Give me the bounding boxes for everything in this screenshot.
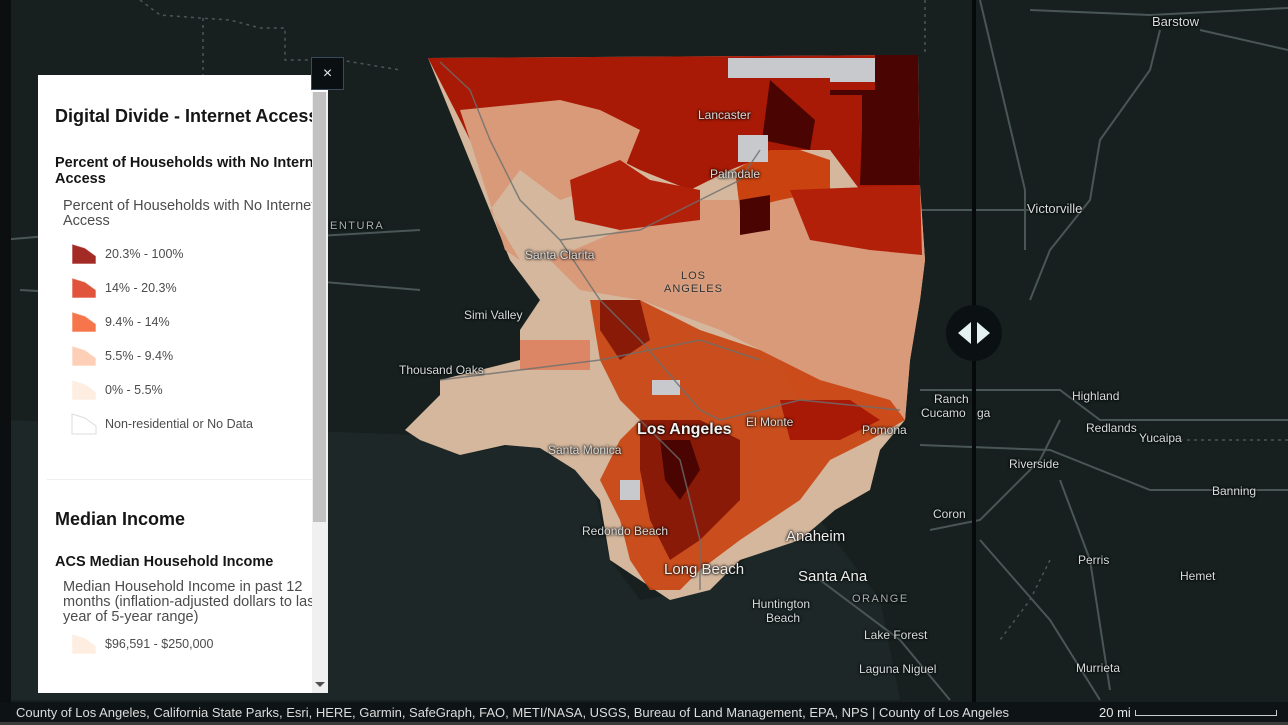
scrollbar-thumb[interactable] [313,92,326,522]
place-label-santa-monica: Santa Monica [548,443,622,457]
scale-label: 20 mi [1099,705,1131,720]
place-label-thousand-oaks: Thousand Oaks [399,363,484,377]
attribution-text: County of Los Angeles, California State … [16,705,1010,720]
place-label-lancaster: Lancaster [698,108,751,122]
scale-bar-line [1134,710,1277,716]
county-label-orange: ORANGE [852,593,909,605]
legend-class-row: 0% - 5.5% [71,373,327,407]
legend-class-label: 20.3% - 100% [105,247,184,261]
place-label-corona: Coron [933,507,966,521]
place-label-yucaipa: Yucaipa [1139,431,1182,445]
place-label-santa-clarita: Santa Clarita [525,248,595,262]
place-label-anaheim: Anaheim [786,528,846,545]
close-icon: × [322,64,333,82]
legend-swatch-icon [71,277,97,299]
place-label-redlands: Redlands [1086,421,1137,435]
legend-class-row: 20.3% - 100% [71,237,327,271]
place-label-perris: Perris [1078,553,1110,567]
legend-panel: Digital Divide - Internet Access Percent… [38,75,328,693]
place-label-lake-forest: Lake Forest [864,628,928,642]
map-left-edge [0,0,11,725]
place-label-huntington: Huntington [752,597,811,611]
place-label-murrieta: Murrieta [1076,661,1121,675]
legend-class-list: 20.3% - 100% 14% - 20.3% 9.4% - 14% 5.5% - … [55,237,327,441]
legend-class-label: $96,591 - $250,000 [105,637,214,651]
place-label-los-angeles: Los Angeles [637,421,732,438]
legend-class-row: 14% - 20.3% [71,271,327,305]
nodata-region-lancaster [738,135,768,162]
scroll-down-arrow-icon[interactable] [315,682,325,687]
place-label-long-beach: Long Beach [664,561,745,578]
region-label-los-angeles: LOS ANGELES [664,270,723,296]
arrow-left-icon [958,322,971,344]
legend-class-label: 9.4% - 14% [105,315,170,329]
region-label-line-2: ANGELES [664,283,723,295]
dark-red-patch [740,195,770,235]
place-label-victorville: Victorville [1027,201,1083,216]
place-label-redondo-beach: Redondo Beach [582,524,669,538]
swipe-handle[interactable] [946,305,1002,361]
legend-section-title: Median Income [55,509,186,529]
legend-class-row: Non-residential or No Data [71,407,327,441]
legend-class-list: $96,591 - $250,000 [55,627,327,661]
legend-swatch-icon [71,633,97,655]
legend-swatch-icon [71,413,97,435]
place-label-beach: Beach [766,611,801,625]
scale-bar: 20 mi [1099,703,1277,723]
legend-swatch-icon [71,243,97,265]
legend-divider [47,479,317,480]
layer-title: ACS Median Household Income [55,554,274,570]
legend-class-row: 9.4% - 14% [71,305,327,339]
legend-class-row: 5.5% - 9.4% [71,339,327,373]
legend-swatch-icon [71,311,97,333]
layer-title: Percent of Households with No Internet A… [55,155,327,187]
place-label-cucamonga: Cucamo [921,406,966,420]
field-title: Median Household Income in past 12 month… [63,579,319,625]
legend-content: Digital Divide - Internet Access Percent… [38,75,327,661]
legend-scrollbar[interactable] [312,92,328,693]
place-label-rancho: Ranch [934,392,969,406]
place-label-el-monte: El Monte [746,415,794,429]
place-label-barstow: Barstow [1152,14,1199,29]
place-label-hemet: Hemet [1180,569,1216,583]
place-label-pomona: Pomona [862,423,907,437]
legend-class-row: $96,591 - $250,000 [71,627,327,661]
place-label-cucamonga-end: ga [977,406,991,420]
county-label-ventura: ENTURA [330,220,385,232]
place-label-highland: Highland [1072,389,1120,403]
nodata-urban-2 [620,480,640,500]
legend-class-label: 14% - 20.3% [105,281,177,295]
place-label-santa-ana: Santa Ana [798,568,868,585]
legend-class-label: Non-residential or No Data [105,417,253,431]
place-label-banning: Banning [1212,484,1257,498]
place-label-simi-valley: Simi Valley [464,308,523,322]
legend-swatch-icon [71,379,97,401]
legend-class-label: 5.5% - 9.4% [105,349,174,363]
place-label-riverside: Riverside [1009,457,1060,471]
legend-class-label: 0% - 5.5% [105,383,163,397]
close-legend-button[interactable]: × [311,57,344,90]
place-label-laguna-niguel: Laguna Niguel [859,662,937,676]
arrow-right-icon [977,322,990,344]
region-label-line-1: LOS [680,270,706,282]
place-label-palmdale: Palmdale [710,167,761,181]
legend-section-title: Digital Divide - Internet Access [55,106,319,126]
legend-swatch-icon [71,345,97,367]
field-title: Percent of Households with No Internet A… [63,198,316,229]
